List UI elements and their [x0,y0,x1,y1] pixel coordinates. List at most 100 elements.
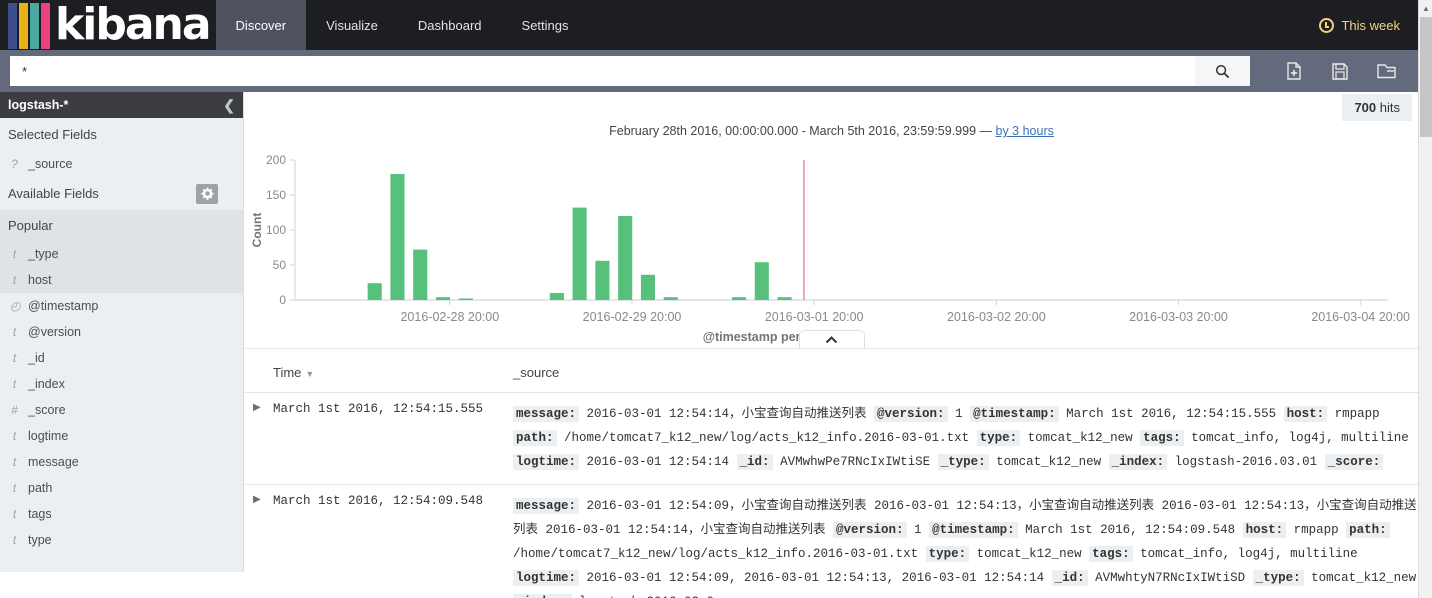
source-column-header[interactable]: _source [513,365,559,380]
table-divider [245,348,1418,349]
source-field-value: tomcat_k12_new [988,455,1109,469]
chart-time-range-title: February 28th 2016, 00:00:00.000 - March… [245,92,1418,138]
caret-right-icon[interactable]: ▶ [245,494,273,598]
y-tick-label: 150 [266,188,286,202]
chevron-up-icon [825,336,838,344]
tab-visualize[interactable]: Visualize [306,0,398,50]
source-field-key: message: [513,498,580,514]
table-row: ▶ March 1st 2016, 12:54:09.548 message: 20… [245,484,1418,598]
source-field-value: March 1st 2016, 12:54:15.555 [1058,407,1284,421]
field-type-icon: t [12,507,17,521]
hits-count-badge: 700 hits [1342,94,1412,121]
source-field-key: path: [1346,522,1390,538]
field-item-tags[interactable]: t tags [0,501,243,527]
y-tick-label: 0 [279,293,286,307]
hits-count-value: 700 [1354,100,1377,115]
histogram-bar[interactable] [390,174,405,300]
y-axis-title: Count [250,213,264,248]
triangle-up-icon[interactable]: ▲ [1419,0,1432,16]
field-item-source[interactable]: ? _source [0,151,243,177]
source-field-key: _id: [1051,570,1088,586]
histogram-bar[interactable] [413,249,428,300]
search-input[interactable] [10,56,1195,86]
tab-settings[interactable]: Settings [502,0,589,50]
field-item-version[interactable]: t @version [0,319,243,345]
field-item-type[interactable]: t _type [0,241,243,267]
histogram-bar[interactable] [618,216,633,300]
new-search-icon[interactable] [1284,61,1304,81]
field-item-message[interactable]: t message [0,449,243,475]
field-name: @version [28,325,81,339]
histogram-bar[interactable] [595,260,610,300]
histogram-bar[interactable] [549,293,564,300]
histogram-bar[interactable] [640,274,656,300]
field-name: tags [28,507,52,521]
field-item-host[interactable]: t host [0,267,243,293]
gear-icon[interactable] [196,183,218,204]
source-field-value: tomcat_k12_new [1020,431,1141,445]
chart-interval-link[interactable]: by 3 hours [996,124,1054,138]
discover-main-panel: 700 hits February 28th 2016, 00:00:00.00… [245,92,1418,598]
field-item-index[interactable]: t _index [0,371,243,397]
source-field-value: rmpapp [1327,407,1380,421]
field-item-logtime[interactable]: t logtime [0,423,243,449]
time-picker-button[interactable]: This week [1319,0,1418,50]
save-search-icon[interactable] [1330,61,1350,81]
field-type-icon: t [12,247,17,261]
field-item-id[interactable]: t _id [0,345,243,371]
source-field-value: logstash-2016.03.01 [1167,455,1325,469]
y-tick-label: 50 [273,258,287,272]
time-column-header[interactable]: Time ▼ [273,365,513,380]
scrollbar-thumb[interactable] [1420,17,1432,137]
source-field-key: _type: [1252,570,1304,586]
source-field-value: 1 [906,523,930,537]
histogram-svg[interactable]: 0 50 100 150 200 Count 2016-02-28 20:00 2016-02… [245,148,1418,348]
time-column-label: Time [273,365,302,380]
caret-down-icon: ▼ [305,369,315,379]
caret-right-icon[interactable]: ▶ [245,402,273,474]
histogram-bar[interactable] [777,297,792,300]
field-item-path[interactable]: t path [0,475,243,501]
search-submit-button[interactable] [1195,56,1250,86]
expand-column-header [245,365,273,380]
tab-dashboard[interactable]: Dashboard [398,0,502,50]
source-field-value: AVMwhwPe7RNcIxIWtiSE [772,455,938,469]
logo-bar-0 [8,3,17,49]
open-search-icon[interactable] [1376,61,1396,81]
histogram-bar[interactable] [663,297,678,300]
source-field-value: 2016-03-01 12:54:14，小宝查询自动推送列表 [579,407,875,421]
tab-discover[interactable]: Discover [215,0,307,50]
source-field-value: tomcat_info, log4j, multiline [1132,547,1358,561]
field-item-type[interactable]: t type [0,527,243,553]
page-scrollbar[interactable]: ▲ [1418,0,1432,598]
histogram-bar[interactable] [754,262,769,300]
source-field-value: 2016-03-01 12:54:14 [579,455,737,469]
source-field-key: _index: [513,594,572,598]
field-item-timestamp[interactable]: ◴ @timestamp [0,293,243,319]
chevron-left-icon[interactable]: ❮ [223,97,235,114]
field-type-icon: t [12,273,17,287]
x-tick-label: 2016-03-01 20:00 [765,310,864,324]
query-bar [0,50,1418,92]
histogram-bar[interactable] [572,207,587,300]
field-name: _source [28,157,73,171]
field-name: _score [28,403,66,417]
popular-title: Popular [8,218,53,233]
top-navigation-bar: kibana Discover Visualize Dashboard Setting… [0,0,1418,50]
source-field-key: @version: [874,406,948,422]
histogram-bar[interactable] [367,283,382,300]
histogram-bar[interactable] [731,297,747,300]
field-type-icon: t [12,325,17,339]
source-field-value: 2016-03-01 12:54:09, 2016-03-01 12:54:13… [579,571,1052,585]
documents-table: Time ▼ _source ▶ March 1st 2016, 12:54:15.… [245,357,1418,598]
collapse-chart-button[interactable] [798,330,865,349]
nav-tabs: Discover Visualize Dashboard Settings [215,0,589,50]
histogram-bar[interactable] [458,298,473,301]
histogram-bar[interactable] [435,297,451,300]
source-field-key: message: [513,406,580,422]
source-field-value: 1 [947,407,971,421]
field-name: host [28,273,52,287]
x-tick-label: 2016-03-02 20:00 [947,310,1046,324]
source-field-key: @timestamp: [970,406,1059,422]
field-item-score[interactable]: # _score [0,397,243,423]
